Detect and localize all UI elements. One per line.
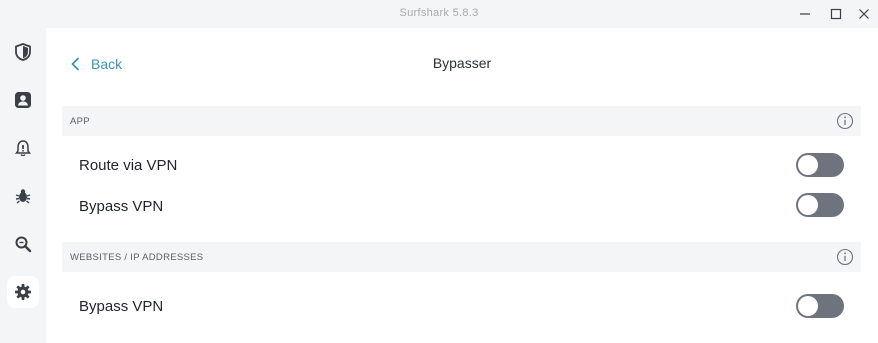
section-header-app: APP	[62, 106, 861, 136]
title-bar: Surfshark 5.8.3	[0, 0, 878, 28]
toggle-app-bypass-vpn[interactable]	[796, 193, 844, 217]
toggle-websites-bypass-vpn[interactable]	[796, 294, 844, 318]
main-content: Back Bypasser APP Route via VPN Bypass V…	[46, 28, 878, 343]
page-title: Bypasser	[432, 55, 492, 71]
maximize-icon	[830, 8, 842, 20]
toggle-knob	[798, 296, 818, 316]
section-label: WEBSITES / IP ADDRESSES	[70, 252, 204, 263]
row-label-websites-bypass-vpn: Bypass VPN	[79, 298, 164, 315]
minimize-icon	[800, 13, 810, 15]
section-header-websites: WEBSITES / IP ADDRESSES	[62, 242, 861, 272]
search-icon	[15, 236, 32, 253]
gear-icon	[15, 284, 31, 300]
sidebar-item-antivirus[interactable]	[7, 180, 39, 212]
toggle-knob	[798, 155, 818, 175]
row-label-app-bypass-vpn: Bypass VPN	[79, 198, 164, 215]
sidebar-item-alert[interactable]	[7, 132, 39, 164]
close-icon	[859, 9, 869, 19]
section-label: APP	[70, 116, 90, 127]
close-button[interactable]	[853, 4, 875, 24]
info-icon[interactable]	[836, 248, 854, 266]
toggle-route-via-vpn[interactable]	[796, 153, 844, 177]
bug-icon	[15, 189, 31, 204]
minimize-button[interactable]	[794, 4, 816, 24]
sidebar-item-account[interactable]	[7, 84, 39, 116]
user-icon	[15, 92, 31, 108]
info-icon[interactable]	[836, 112, 854, 130]
sidebar	[0, 28, 46, 343]
alert-icon	[15, 140, 31, 157]
maximize-button[interactable]	[825, 4, 847, 24]
window-title: Surfshark 5.8.3	[399, 7, 479, 19]
sidebar-item-search[interactable]	[7, 228, 39, 260]
row-label-route-via-vpn: Route via VPN	[79, 157, 178, 174]
sidebar-item-vpn[interactable]	[7, 36, 39, 68]
toggle-knob	[798, 195, 818, 215]
shield-icon	[15, 43, 31, 61]
sidebar-item-settings[interactable]	[7, 276, 39, 308]
